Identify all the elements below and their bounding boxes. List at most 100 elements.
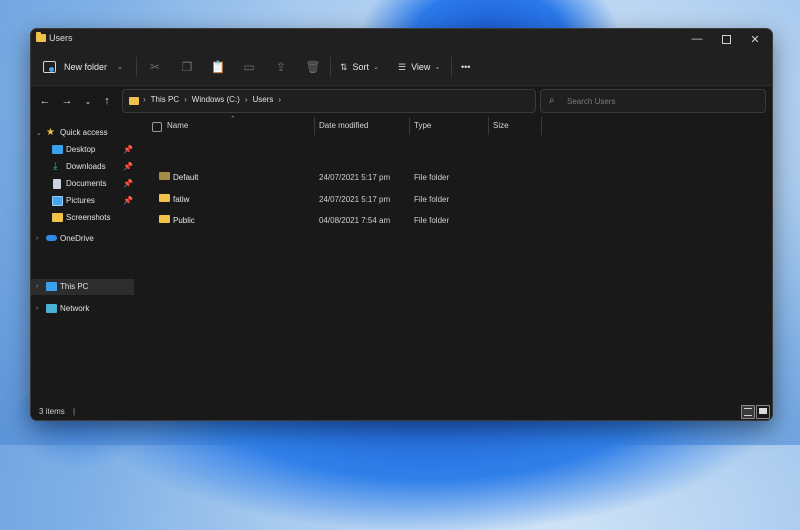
paste-icon[interactable]: 📋 xyxy=(210,59,226,75)
folder-icon xyxy=(36,32,46,42)
sidebar-item-label: Pictures xyxy=(66,196,95,205)
sidebar-item-onedrive[interactable]: › OneDrive xyxy=(31,231,134,246)
toolbar-divider xyxy=(330,57,331,77)
breadcrumb-windows-c[interactable]: Windows (C:) xyxy=(192,95,240,104)
file-type: File folder xyxy=(414,173,450,182)
search-box[interactable]: ⌕ Search Users xyxy=(540,89,766,113)
minimize-button[interactable]: — xyxy=(682,30,712,48)
table-row[interactable]: Default 24/07/2021 5:17 pm File folder xyxy=(135,167,772,188)
back-arrow-icon: ← xyxy=(39,95,51,107)
view-button[interactable]: ☰ View ⌄ xyxy=(398,59,440,75)
sidebar-item-label: Screenshots xyxy=(66,213,111,222)
back-button[interactable]: ← xyxy=(38,94,52,108)
sort-button[interactable]: ⇅ Sort ⌄ xyxy=(340,59,379,75)
up-button[interactable]: ↑ xyxy=(100,94,114,108)
sidebar-item-label: This PC xyxy=(60,282,89,291)
breadcrumb-separator-icon: › xyxy=(143,95,146,104)
copy-icon[interactable]: ❐ xyxy=(179,59,195,75)
sidebar-item-documents[interactable]: Documents 📌 xyxy=(31,176,134,191)
title-bar[interactable]: Users — ✕ xyxy=(31,29,772,49)
file-date: 24/07/2021 5:17 pm xyxy=(319,173,391,182)
documents-icon xyxy=(53,178,61,189)
sidebar-item-desktop[interactable]: Desktop 📌 xyxy=(31,142,134,157)
cloud-icon xyxy=(46,235,57,241)
toolbar-divider xyxy=(451,57,452,77)
column-header-date[interactable]: Date modified xyxy=(319,121,368,130)
expand-chevron-icon[interactable]: › xyxy=(36,283,38,290)
view-label: View xyxy=(411,62,431,72)
folder-icon xyxy=(129,97,139,105)
folder-icon xyxy=(159,172,170,180)
column-header-name[interactable]: Name xyxy=(167,121,188,130)
sort-label: Sort xyxy=(352,62,370,72)
navigation-bar: ← → ⌄ ↑ › This PC › Windows (C:) › Users… xyxy=(31,86,772,116)
downloads-icon: ⤓ xyxy=(53,161,58,172)
address-bar[interactable]: › This PC › Windows (C:) › Users › ⌄ ↻ xyxy=(122,89,614,113)
column-divider[interactable] xyxy=(409,117,410,135)
column-divider[interactable] xyxy=(488,117,489,135)
expand-chevron-icon[interactable]: › xyxy=(36,235,38,242)
network-icon xyxy=(46,304,57,313)
forward-button[interactable]: → xyxy=(60,94,74,108)
sidebar-item-network[interactable]: › Network xyxy=(31,301,134,316)
status-bar: 3 items | xyxy=(31,404,772,420)
more-options-button[interactable]: ••• xyxy=(461,59,470,75)
delete-icon[interactable]: 🗑 xyxy=(305,59,321,75)
pin-icon: 📌 xyxy=(123,145,133,154)
search-icon: ⌕ xyxy=(549,95,555,106)
large-icons-view-icon xyxy=(759,408,767,414)
large-icons-view-button[interactable] xyxy=(756,405,770,419)
maximize-button[interactable] xyxy=(711,30,741,48)
file-name: Public xyxy=(173,216,195,225)
close-button[interactable]: ✕ xyxy=(740,30,770,48)
view-icon: ☰ xyxy=(398,61,407,72)
share-icon[interactable]: ⇪ xyxy=(273,59,289,75)
table-row[interactable]: Public 04/08/2021 7:54 am File folder xyxy=(135,210,772,231)
sort-icon: ⇅ xyxy=(340,61,348,72)
item-count: 3 items | xyxy=(39,407,75,416)
cut-icon[interactable]: ✂ xyxy=(147,59,163,75)
details-view-button[interactable] xyxy=(741,405,755,419)
breadcrumb-separator-icon: › xyxy=(244,95,248,104)
search-placeholder: Search Users xyxy=(567,97,616,106)
star-icon: ★ xyxy=(46,127,55,138)
breadcrumb-this-pc[interactable]: This PC xyxy=(151,95,179,104)
new-folder-label: New folder xyxy=(64,62,108,72)
sidebar-item-this-pc[interactable]: › This PC xyxy=(31,279,134,294)
rename-icon[interactable]: ▭ xyxy=(241,59,257,75)
chevron-down-icon: ⌄ xyxy=(84,96,92,106)
more-icon: ••• xyxy=(461,62,471,72)
forward-arrow-icon: → xyxy=(61,95,73,107)
minimize-icon: — xyxy=(691,33,703,45)
table-row[interactable]: fatiw 24/07/2021 5:17 pm File folder xyxy=(135,189,772,210)
chevron-down-icon: ⌄ xyxy=(434,64,441,71)
column-header-size[interactable]: Size xyxy=(493,121,509,130)
breadcrumb-separator-icon: › xyxy=(184,95,187,104)
sort-up-icon: ⌃ xyxy=(230,116,236,123)
column-divider[interactable] xyxy=(541,117,542,135)
column-divider[interactable] xyxy=(314,117,315,135)
file-explorer-window: Users — ✕ New folder ⌄ ✂ ❐ 📋 ▭ ⇪ 🗑 ⇅ Sor… xyxy=(30,28,773,421)
sidebar-item-screenshots[interactable]: Screenshots xyxy=(31,210,134,225)
column-header-type[interactable]: Type xyxy=(414,121,431,130)
chevron-down-icon: ⌄ xyxy=(373,64,379,71)
expand-chevron-icon[interactable]: › xyxy=(36,305,38,312)
folder-icon xyxy=(159,194,170,202)
new-folder-icon xyxy=(43,61,56,73)
folder-icon xyxy=(52,213,63,222)
select-all-checkbox[interactable] xyxy=(152,122,162,132)
close-icon: ✕ xyxy=(750,33,760,46)
sidebar-item-label: Network xyxy=(60,304,90,313)
breadcrumb-users[interactable]: Users xyxy=(252,95,273,104)
sidebar-item-quick-access[interactable]: ⌄ ★ Quick access xyxy=(31,125,134,140)
sidebar-item-pictures[interactable]: Pictures 📌 xyxy=(31,193,134,208)
recent-locations-button[interactable]: ⌄ xyxy=(81,94,95,108)
sidebar-item-downloads[interactable]: ⤓ Downloads 📌 xyxy=(31,159,134,174)
sidebar-item-label: Documents xyxy=(66,179,107,188)
expand-chevron-icon[interactable]: ⌄ xyxy=(36,129,42,137)
window-title: Users xyxy=(49,33,73,43)
new-folder-button[interactable]: New folder ⌄ xyxy=(43,57,123,77)
file-list: ⌃ Name Date modified Type Size Default 2… xyxy=(135,116,772,403)
pin-icon: 📌 xyxy=(123,196,133,205)
sidebar-item-label: OneDrive xyxy=(60,234,94,243)
